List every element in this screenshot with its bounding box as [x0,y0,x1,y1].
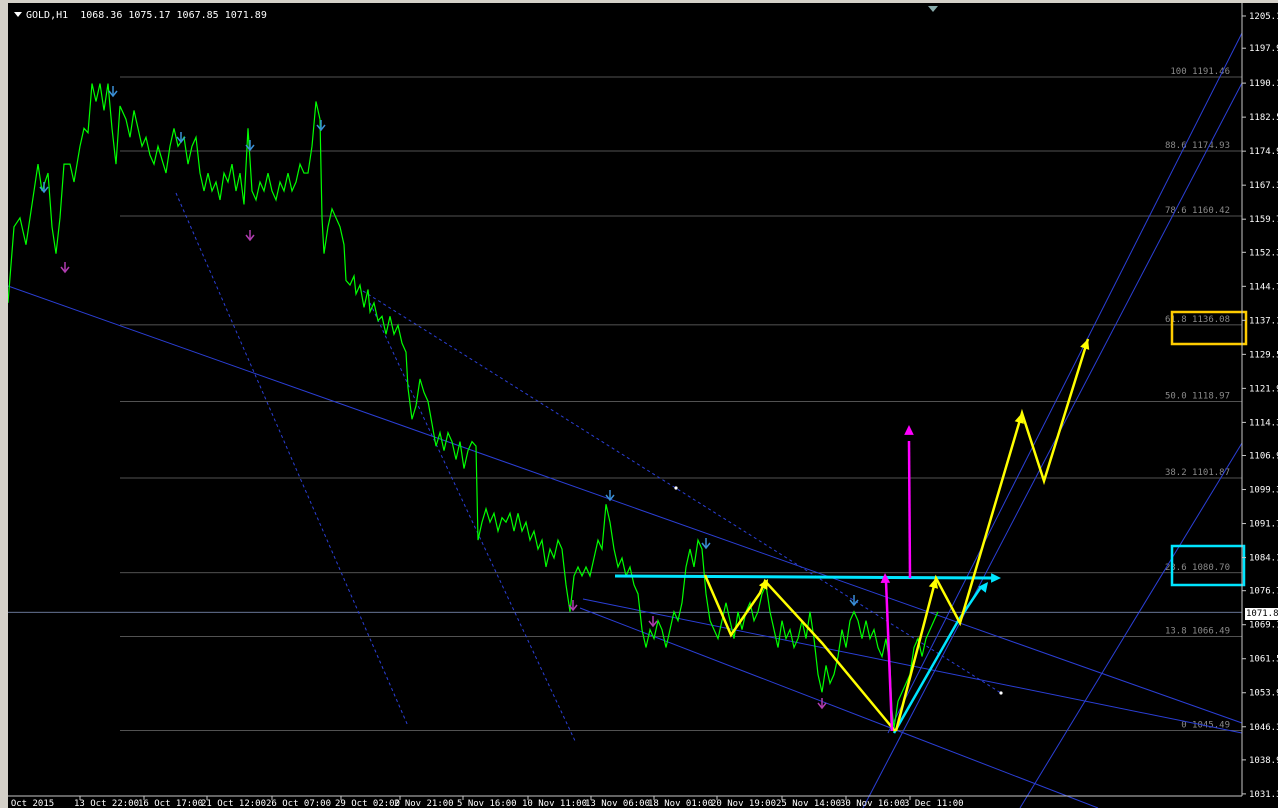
chart-background [8,3,1278,808]
y-tick-label: 1197.9 [1249,44,1278,54]
chart-shift-marker-icon[interactable] [928,6,938,12]
y-tick-label: 1137.1 [1249,316,1278,326]
chart-window: 100 1191.46 88.6 1174.93 78.6 1160.42 61.8 … [0,0,1278,808]
y-tick-label: 1061.5 [1249,655,1278,665]
fib-level-label: 100 1191.46 [1170,67,1230,77]
y-tick-label: 1046.3 [1249,723,1278,733]
fib-level-label: 50.0 1118.97 [1165,391,1230,401]
anchor-point [999,691,1003,695]
fib-level-label: 38.2 1101.87 [1165,468,1230,478]
y-tick-label: 1053.9 [1249,689,1278,699]
anchor-point [674,486,678,490]
y-tick-label: 1129.5 [1249,350,1278,360]
y-tick-label: 1031.3 [1249,790,1278,800]
y-tick-label: 1114.3 [1249,418,1278,428]
price-chart[interactable]: 100 1191.4688.6 1174.9378.6 1160.4261.8 … [8,3,1278,808]
y-tick-label: 1076.7 [1249,587,1278,597]
symbol-info: GOLD,H1 1068.36 1075.17 1067.85 1071.89 [14,10,267,21]
magenta-target-line [907,440,912,579]
x-tick-label: 13 Oct 22:00 [74,799,139,808]
dropdown-triangle-icon[interactable] [14,12,22,17]
y-tick-label: 1152.3 [1249,248,1278,258]
y-tick-label: 1106.9 [1249,452,1278,462]
x-tick-label: 13 Nov 06:00 [585,799,650,808]
y-tick-label: 1069.1 [1249,621,1278,631]
y-tick-label: 1091.7 [1249,520,1278,530]
x-tick-label: 2 Nov 21:00 [394,799,454,808]
y-tick-label: 1174.9 [1249,147,1278,157]
fib-level-label: 88.6 1174.93 [1165,141,1230,151]
y-tick-label: 1205.1 [1249,12,1278,22]
y-tick-label: 1190.1 [1249,79,1278,89]
x-tick-label: 3 Dec 11:00 [904,799,964,808]
symbol-name: GOLD,H1 [26,10,69,21]
y-tick-label: 1159.7 [1249,215,1278,225]
x-tick-label: 5 Nov 16:00 [457,799,517,808]
fib-level-label: 61.8 1136.08 [1165,315,1230,325]
x-tick-label: 10 Nov 11:00 [522,799,587,808]
x-tick-label: 26 Oct 07:00 [266,799,331,808]
y-tick-label: 1167.3 [1249,181,1278,191]
fib-level-label: 13.8 1066.49 [1165,626,1230,636]
y-tick-label: 1182.5 [1249,113,1278,123]
x-tick-label: 18 Nov 01:00 [648,799,713,808]
x-tick-label: 9 Oct 2015 [8,799,54,808]
x-tick-label: 16 Oct 17:00 [138,799,203,808]
fib-level-label: 23.6 1080.70 [1165,563,1230,573]
x-tick-label: 21 Oct 12:00 [201,799,266,808]
y-tick-label: 1084.1 [1249,554,1278,564]
y-tick-label: 1144.7 [1249,282,1278,292]
x-tick-label: 30 Nov 16:00 [840,799,905,808]
y-tick-label: 1038.9 [1249,756,1278,766]
current-price-tag: 1071.8 [1245,608,1278,620]
window-left-edge [0,0,8,808]
ohlc-values: 1068.36 1075.17 1067.85 1071.89 [80,10,267,21]
y-tick-label: 1099.3 [1249,486,1278,496]
y-tick-label: 1121.9 [1249,384,1278,394]
x-tick-label: 25 Nov 14:00 [776,799,841,808]
x-tick-label: 29 Oct 02:00 [335,799,400,808]
x-tick-label: 20 Nov 19:00 [711,799,776,808]
